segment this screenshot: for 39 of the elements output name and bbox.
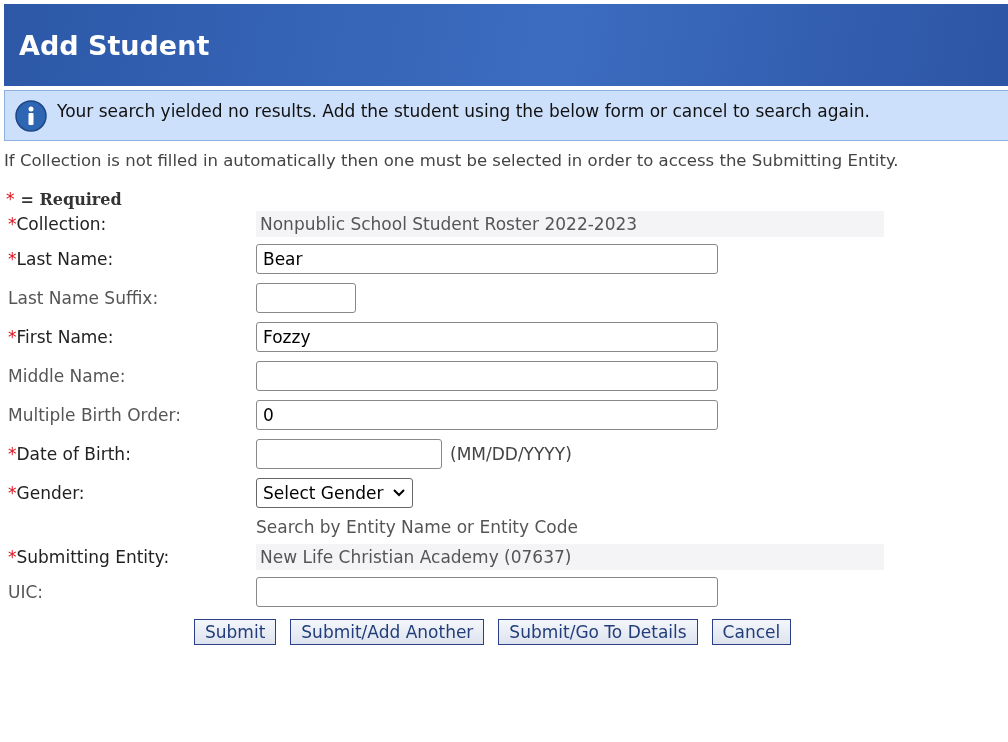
field-label: Collection:: [16, 214, 107, 234]
info-icon: [15, 100, 47, 132]
text-field[interactable]: Bear: [256, 243, 718, 274]
search-hint: Search by Entity Name or Entity Code: [256, 517, 578, 537]
text-field[interactable]: [256, 282, 356, 313]
required-asterisk: *: [8, 482, 17, 503]
instruction-text: If Collection is not filled in automatically then one must be selected in order to access the Submitting Entity.: [4, 150, 900, 172]
required-asterisk: *: [8, 443, 17, 464]
required-asterisk: *: [8, 214, 17, 234]
text-field[interactable]: Fozzy: [256, 321, 718, 352]
text-field[interactable]: [256, 576, 718, 607]
required-asterisk: *: [8, 248, 17, 269]
field-label: Multiple Birth Order:: [8, 404, 181, 425]
text-field[interactable]: [256, 360, 718, 391]
required-legend: = Required: [20, 189, 122, 209]
required-asterisk: *: [8, 547, 17, 567]
field-label: Gender:: [16, 482, 85, 503]
required-asterisk: *: [8, 326, 17, 347]
field-label: UIC:: [8, 581, 44, 602]
form-button[interactable]: Submit: [194, 619, 277, 645]
required-asterisk: *: [6, 189, 15, 209]
field-label: Date of Birth:: [16, 443, 131, 464]
readonly-value: Nonpublic School Student Roster 2022-2023: [256, 211, 884, 237]
format-hint: (MM/DD/YYYY): [450, 443, 572, 464]
field-label: Submitting Entity:: [16, 547, 170, 567]
form-button[interactable]: Submit/Add Another: [290, 619, 485, 645]
field-label: First Name:: [16, 326, 114, 347]
field-label: Last Name Suffix:: [8, 287, 159, 308]
chevron-down-icon: [391, 487, 406, 498]
field-label: Last Name:: [16, 248, 114, 269]
text-field[interactable]: [256, 438, 442, 469]
gender-dropdown[interactable]: Select Gender: [256, 477, 413, 508]
readonly-value: New Life Christian Academy (07637): [256, 544, 884, 570]
field-label: Middle Name:: [8, 365, 126, 386]
text-field[interactable]: 0: [256, 399, 718, 430]
form-button[interactable]: Submit/Go To Details: [498, 619, 698, 645]
alert-message: Your search yielded no results. Add the student using the below form or cancel to search again.: [57, 100, 871, 123]
page-title: Add Student: [19, 29, 210, 61]
form-button[interactable]: Cancel: [711, 619, 792, 645]
